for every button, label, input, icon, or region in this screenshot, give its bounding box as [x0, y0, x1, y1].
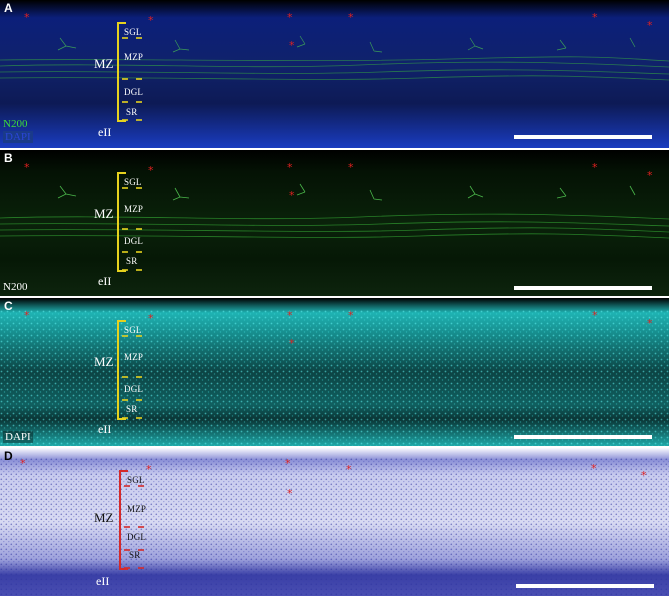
region-label: eII — [98, 274, 112, 288]
region-label: eII — [98, 422, 112, 436]
scale-bar — [516, 584, 654, 588]
panel-d: D * * * * * * * MZ SGL MZP DGL SR eII — [0, 448, 669, 596]
zone-label: MZ — [94, 206, 114, 221]
asterisk-marker: * — [348, 11, 354, 24]
layer-label: SGL — [124, 325, 142, 335]
asterisk-marker: * — [591, 462, 597, 475]
scale-bar — [514, 286, 652, 290]
layer-label: MZP — [127, 504, 147, 514]
asterisk-marker: * — [287, 487, 293, 500]
zone-label: MZ — [94, 56, 114, 71]
asterisk-marker: * — [647, 169, 653, 182]
asterisk-marker: * — [289, 189, 295, 202]
asterisk-marker: * — [287, 161, 293, 174]
asterisk-marker: * — [348, 161, 354, 174]
panel-letter: C — [4, 299, 13, 313]
layer-label: SR — [129, 550, 141, 560]
asterisk-marker: * — [289, 337, 295, 350]
asterisk-marker: * — [348, 309, 354, 322]
stain-label-dapi: DAPI — [3, 431, 33, 443]
asterisk-marker: * — [592, 309, 598, 322]
layer-label: SR — [126, 107, 138, 117]
layer-label: SGL — [127, 475, 145, 485]
panel-letter: D — [4, 449, 13, 463]
scale-bar — [514, 435, 652, 439]
region-label: eII — [98, 125, 112, 139]
asterisk-marker: * — [647, 19, 653, 32]
asterisk-marker: * — [647, 317, 653, 330]
asterisk-marker: * — [20, 457, 26, 470]
zone-label: MZ — [94, 510, 114, 525]
layer-label: MZP — [124, 352, 144, 362]
layer-label: SGL — [124, 177, 142, 187]
asterisk-marker: * — [289, 39, 295, 52]
asterisk-marker: * — [346, 463, 352, 476]
layer-label: MZP — [124, 204, 144, 214]
asterisk-marker: * — [592, 161, 598, 174]
layer-label: SR — [126, 256, 138, 266]
layer-label: DGL — [124, 236, 144, 246]
scale-bar — [514, 135, 652, 139]
asterisk-marker: * — [592, 11, 598, 24]
layer-label: DGL — [124, 87, 144, 97]
asterisk-marker: * — [287, 11, 293, 24]
asterisk-marker: * — [24, 161, 30, 174]
panel-a: A * * * * * * * MZ SGL MZP DGL SR eII N2… — [0, 0, 669, 148]
panel-b: B * * * * * * * MZ SGL MZP DGL SR eII N2… — [0, 150, 669, 296]
stain-label-n200: N200 — [3, 281, 28, 293]
layer-label: SR — [126, 404, 138, 414]
asterisk-marker: * — [641, 469, 647, 482]
stain-label-n200: N200 — [3, 118, 28, 130]
zone-label: MZ — [94, 354, 114, 369]
panel-c: C * * * * * * * MZ SGL MZP DGL SR eII DA… — [0, 298, 669, 446]
layer-label: DGL — [124, 384, 144, 394]
asterisk-marker: * — [24, 309, 30, 322]
asterisk-marker: * — [24, 11, 30, 24]
asterisk-marker: * — [285, 457, 291, 470]
layer-label: MZP — [124, 52, 144, 62]
region-label: eII — [96, 574, 110, 588]
layer-label: SGL — [124, 27, 142, 37]
layer-label: DGL — [127, 532, 147, 542]
stain-label-dapi: DAPI — [3, 131, 33, 143]
panel-letter: A — [4, 1, 13, 15]
panel-letter: B — [4, 151, 13, 165]
asterisk-marker: * — [287, 309, 293, 322]
